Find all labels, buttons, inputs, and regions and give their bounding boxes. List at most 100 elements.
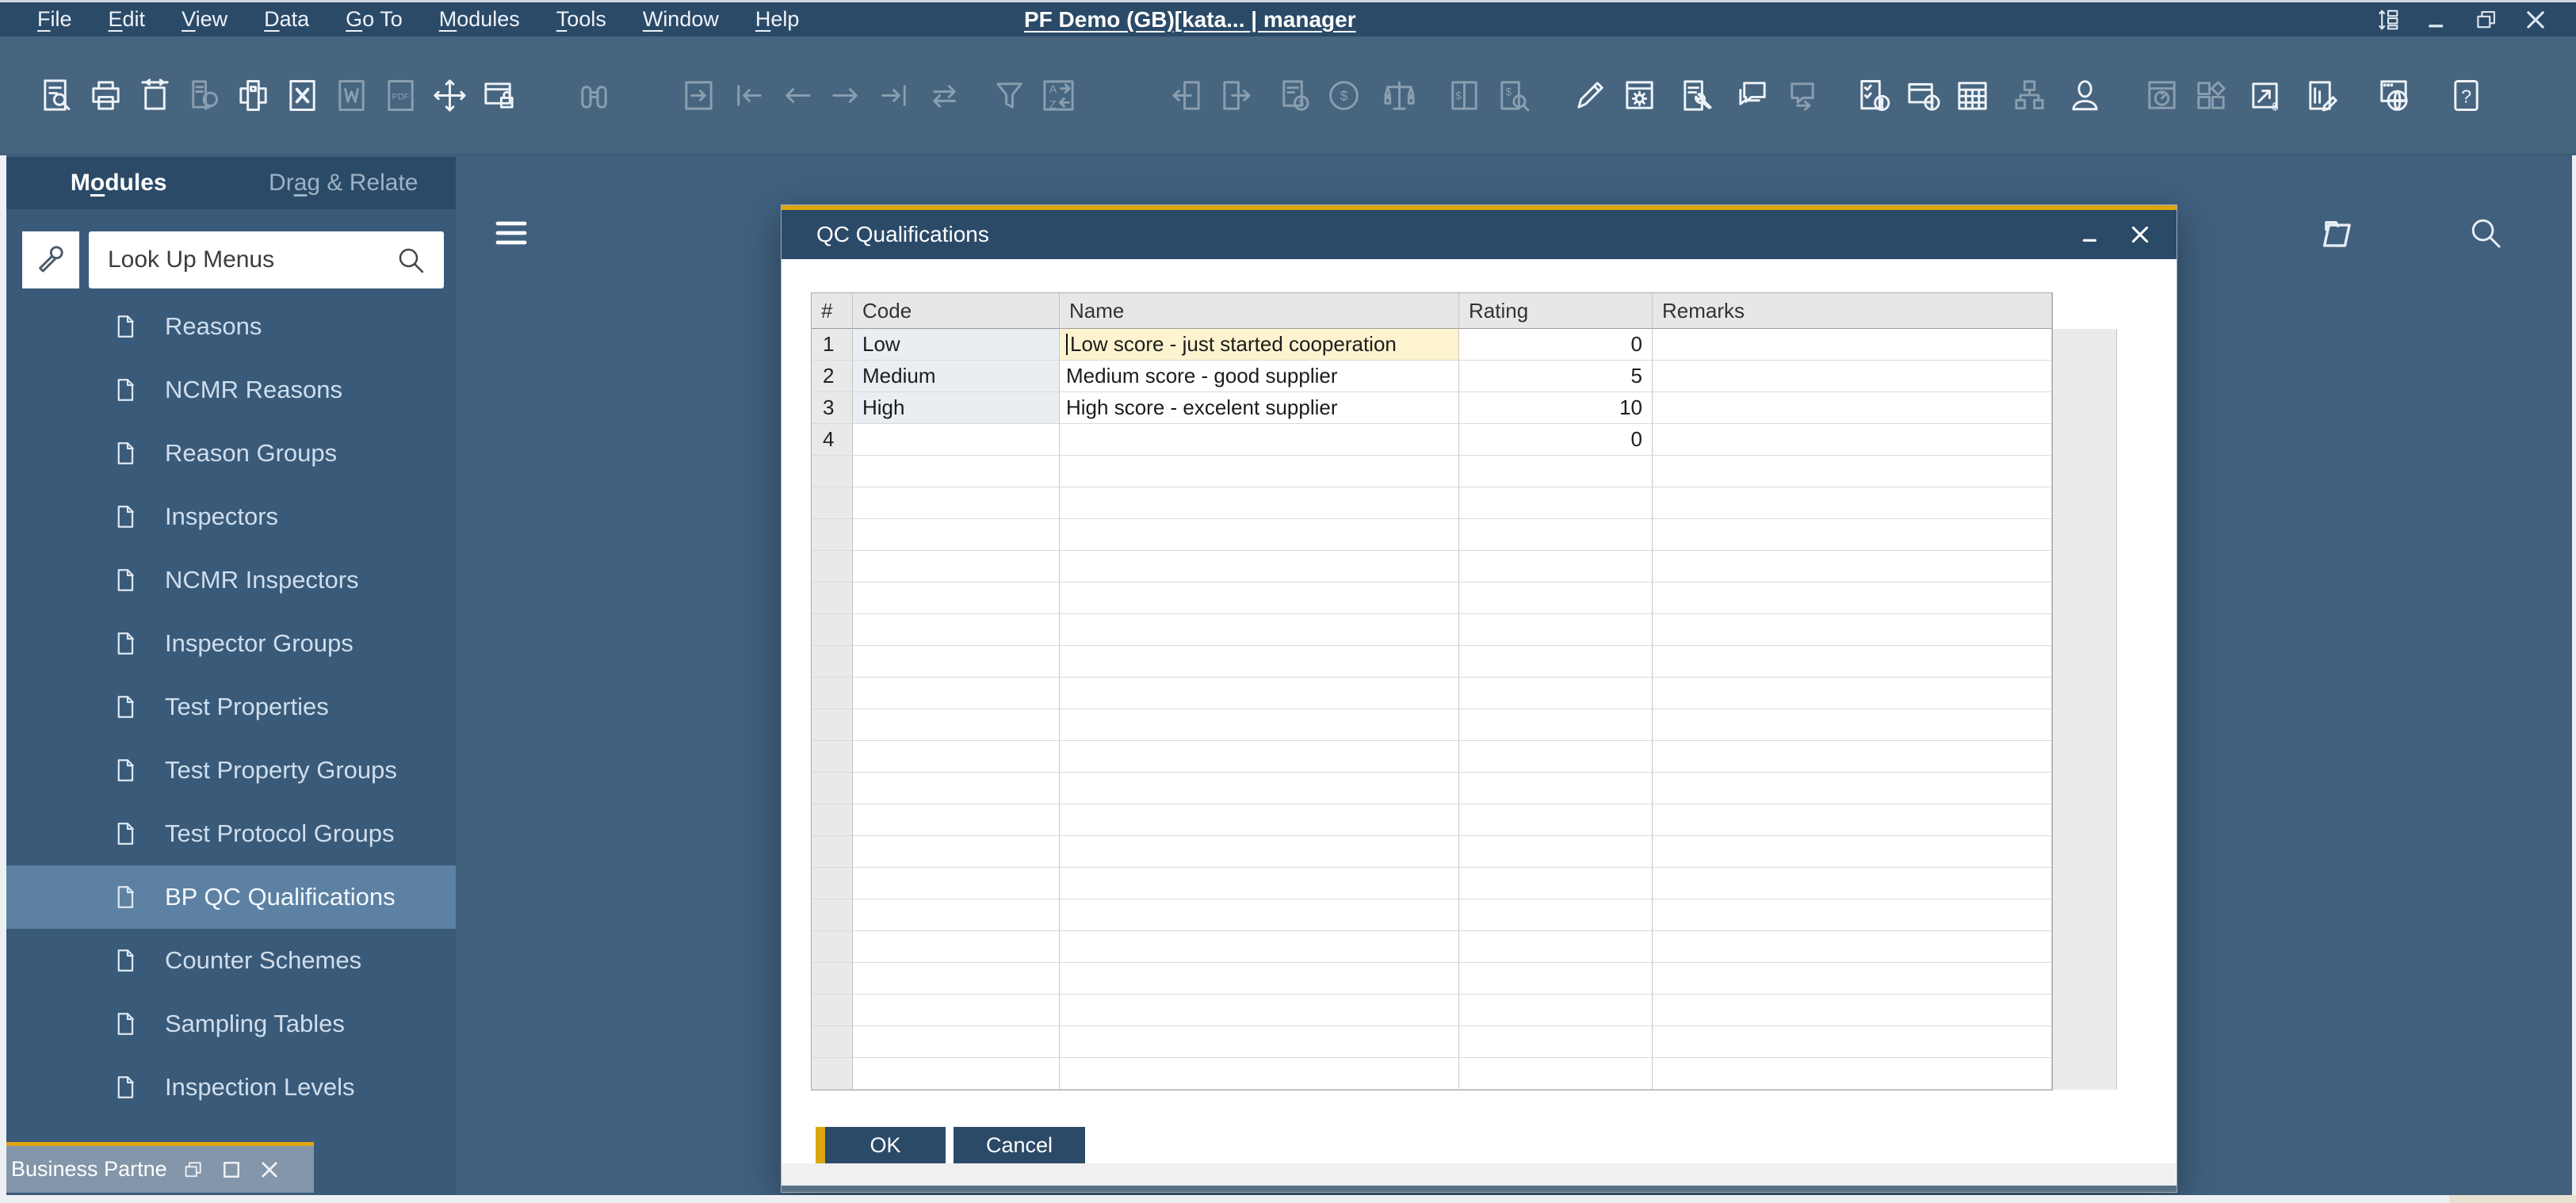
remarks-cell[interactable] [1653, 456, 2052, 487]
sidebar-item-inspector-groups[interactable]: Inspector Groups [6, 612, 456, 675]
dashboard-button[interactable] [2137, 71, 2186, 120]
remarks-cell[interactable] [1653, 899, 2052, 931]
send-message-button[interactable] [179, 71, 228, 120]
name-cell[interactable] [1060, 456, 1459, 487]
row-number-cell[interactable] [812, 836, 853, 868]
rating-cell[interactable] [1459, 773, 1653, 804]
dialog-minimize-icon[interactable] [2078, 222, 2104, 247]
cancel-button[interactable]: Cancel [954, 1127, 1085, 1163]
row-number-cell[interactable] [812, 773, 853, 804]
form-settings-button[interactable] [1615, 71, 1664, 120]
help-button[interactable]: ? [2441, 71, 2490, 120]
journal-entry-button[interactable] [2297, 71, 2346, 120]
menu-data[interactable]: Data [246, 7, 327, 32]
rating-cell[interactable] [1459, 551, 1653, 582]
sidebar-item-inspectors[interactable]: Inspectors [6, 485, 456, 548]
rating-cell[interactable]: 0 [1459, 424, 1653, 456]
code-cell[interactable] [853, 487, 1060, 519]
code-cell[interactable] [853, 931, 1060, 963]
row-number-cell[interactable] [812, 868, 853, 899]
ok-button[interactable]: OK [816, 1127, 946, 1163]
name-cell[interactable] [1060, 678, 1459, 709]
sidebar-item-reason-groups[interactable]: Reason Groups [6, 422, 456, 485]
remarks-cell[interactable] [1653, 582, 2052, 614]
restore-icon[interactable] [2473, 6, 2500, 33]
menu-view[interactable]: View [163, 7, 246, 32]
rating-cell[interactable] [1459, 868, 1653, 899]
rating-cell[interactable] [1459, 995, 1653, 1026]
lookup-menus-search-input[interactable]: Look Up Menus [89, 231, 444, 288]
rating-cell[interactable] [1459, 899, 1653, 931]
name-cell[interactable] [1060, 1026, 1459, 1058]
dialog-titlebar[interactable]: QC Qualifications [782, 210, 2177, 259]
remarks-cell[interactable] [1653, 1026, 2052, 1058]
edit-mode-button[interactable] [1565, 71, 1615, 120]
sidebar-item-counter-schemes[interactable]: Counter Schemes [6, 929, 456, 992]
target-document-button[interactable]: $ [1489, 71, 1538, 120]
sidebar-item-ncmr-reasons[interactable]: NCMR Reasons [6, 358, 456, 422]
menu-modules[interactable]: Modules [421, 7, 538, 32]
row-number-cell[interactable]: 1 [812, 329, 853, 361]
code-cell[interactable] [853, 678, 1060, 709]
remarks-cell[interactable] [1653, 963, 2052, 995]
page-setup-button[interactable] [130, 71, 179, 120]
code-cell[interactable] [853, 899, 1060, 931]
code-cell[interactable] [853, 773, 1060, 804]
export-pdf-button[interactable]: PDF [376, 71, 425, 120]
row-number-cell[interactable] [812, 614, 853, 646]
name-cell[interactable] [1060, 963, 1459, 995]
row-number-cell[interactable] [812, 1058, 853, 1090]
name-cell[interactable] [1060, 582, 1459, 614]
column-header-rating[interactable]: Rating [1459, 293, 1653, 329]
rating-cell[interactable] [1459, 931, 1653, 963]
remarks-cell[interactable] [1653, 1058, 2052, 1090]
sidebar-item-inspection-levels[interactable]: Inspection Levels [6, 1056, 456, 1119]
remarks-cell[interactable] [1653, 773, 2052, 804]
code-cell[interactable] [853, 709, 1060, 741]
rating-cell[interactable] [1459, 836, 1653, 868]
row-number-cell[interactable] [812, 804, 853, 836]
dialog-close-icon[interactable] [2127, 222, 2153, 247]
code-cell[interactable]: High [853, 392, 1060, 424]
rating-cell[interactable] [1459, 963, 1653, 995]
rating-cell[interactable] [1459, 456, 1653, 487]
remarks-cell[interactable] [1653, 424, 2052, 456]
menu-help[interactable]: Help [737, 7, 818, 32]
exchange-rate-button[interactable]: $ [2242, 71, 2291, 120]
code-cell[interactable] [853, 804, 1060, 836]
move-window-button[interactable] [425, 71, 474, 120]
base-document-button[interactable]: $ [1439, 71, 1489, 120]
code-cell[interactable] [853, 995, 1060, 1026]
name-cell[interactable] [1060, 614, 1459, 646]
remarks-cell[interactable] [1653, 868, 2052, 899]
refresh-record-button[interactable] [919, 71, 969, 120]
name-cell[interactable] [1060, 487, 1459, 519]
duplicate-row-button[interactable] [1211, 71, 1260, 120]
code-cell[interactable] [853, 614, 1060, 646]
code-cell[interactable] [853, 868, 1060, 899]
print-button[interactable] [81, 71, 130, 120]
row-number-cell[interactable] [812, 741, 853, 773]
tab-modules[interactable]: Modules [6, 170, 231, 197]
alerts-button[interactable] [1898, 71, 1947, 120]
web-client-button[interactable] [2368, 71, 2417, 120]
rating-cell[interactable]: 10 [1459, 392, 1653, 424]
menu-edit[interactable]: Edit [90, 7, 164, 32]
sidebar-item-sampling-tables[interactable]: Sampling Tables [6, 992, 456, 1056]
remarks-cell[interactable] [1653, 551, 2052, 582]
copy-table-button[interactable] [228, 71, 277, 120]
code-cell[interactable] [853, 1058, 1060, 1090]
code-cell[interactable] [853, 741, 1060, 773]
row-number-cell[interactable] [812, 551, 853, 582]
name-cell[interactable] [1060, 551, 1459, 582]
column-header-row-number[interactable]: # [812, 293, 853, 329]
name-cell[interactable] [1060, 646, 1459, 678]
code-cell[interactable]: Medium [853, 361, 1060, 392]
payment-means-button[interactable]: $ [1319, 71, 1368, 120]
export-word-button[interactable] [327, 71, 376, 120]
close-icon[interactable] [2522, 6, 2549, 33]
rating-cell[interactable] [1459, 614, 1653, 646]
name-cell[interactable] [1060, 931, 1459, 963]
previous-record-button[interactable] [772, 71, 821, 120]
restore-icon[interactable] [182, 1158, 205, 1182]
